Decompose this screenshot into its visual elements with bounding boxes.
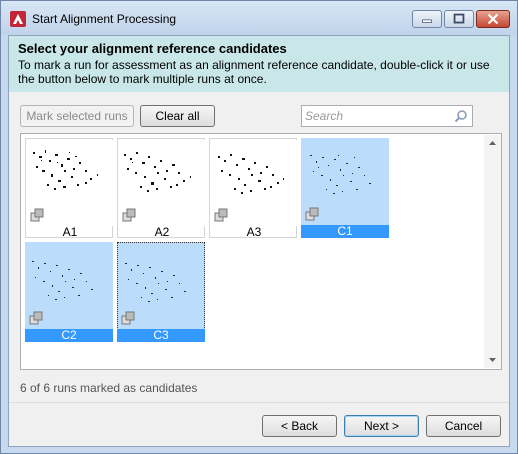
dialog-content: Select your alignment reference candidat…	[8, 35, 510, 447]
title-bar[interactable]: Start Alignment Processing	[1, 1, 517, 35]
gallery-scrollbar[interactable]	[484, 135, 501, 368]
status-text: 6 of 6 runs marked as candidates	[20, 381, 198, 395]
back-button[interactable]: < Back	[262, 415, 337, 437]
maximize-icon	[453, 13, 465, 24]
close-icon	[487, 13, 499, 25]
page-title: Select your alignment reference candidat…	[18, 41, 287, 56]
overlap-icon	[214, 208, 228, 222]
overlap-icon	[30, 208, 44, 222]
run-label: C1	[301, 225, 389, 238]
run-tile-c2[interactable]: C2	[25, 242, 113, 342]
scroll-down-arrow-icon[interactable]	[484, 351, 501, 368]
page-description: To mark a run for assessment as an align…	[18, 58, 490, 86]
search-box[interactable]	[301, 105, 473, 127]
overlap-icon	[121, 311, 135, 325]
minimize-button[interactable]	[412, 10, 442, 28]
app-logo-icon	[10, 11, 26, 27]
run-label: A2	[154, 225, 170, 239]
run-tile-a3[interactable]: A3	[209, 138, 297, 239]
cancel-button[interactable]: Cancel	[426, 415, 501, 437]
run-tile-c1[interactable]: C1	[301, 138, 389, 238]
dialog-window: Start Alignment Processing Select your a…	[0, 0, 518, 454]
minimize-icon	[422, 19, 432, 23]
run-tile-c3[interactable]: C3	[117, 242, 205, 342]
next-button[interactable]: Next >	[344, 415, 419, 437]
search-input[interactable]	[305, 108, 445, 124]
overlap-icon	[122, 208, 136, 222]
run-label: C2	[25, 329, 113, 342]
run-tile-a2[interactable]: A2	[117, 138, 205, 239]
scroll-up-arrow-icon[interactable]	[484, 135, 501, 152]
overlap-icon	[305, 207, 319, 221]
clear-all-button[interactable]: Clear all	[140, 105, 215, 127]
run-label: A3	[246, 225, 262, 239]
runs-gallery[interactable]: A1 A2 A3 C1 C2 C3	[20, 133, 502, 370]
maximize-button[interactable]	[444, 10, 474, 28]
run-tile-a1[interactable]: A1	[25, 138, 113, 239]
window-title: Start Alignment Processing	[32, 12, 177, 26]
search-icon[interactable]	[454, 109, 468, 123]
run-label: A1	[62, 225, 78, 239]
close-button[interactable]	[476, 10, 510, 28]
header-band: Select your alignment reference candidat…	[9, 36, 509, 92]
run-label: C3	[117, 329, 205, 342]
mark-selected-runs-button[interactable]: Mark selected runs	[20, 105, 134, 127]
overlap-icon	[29, 311, 43, 325]
